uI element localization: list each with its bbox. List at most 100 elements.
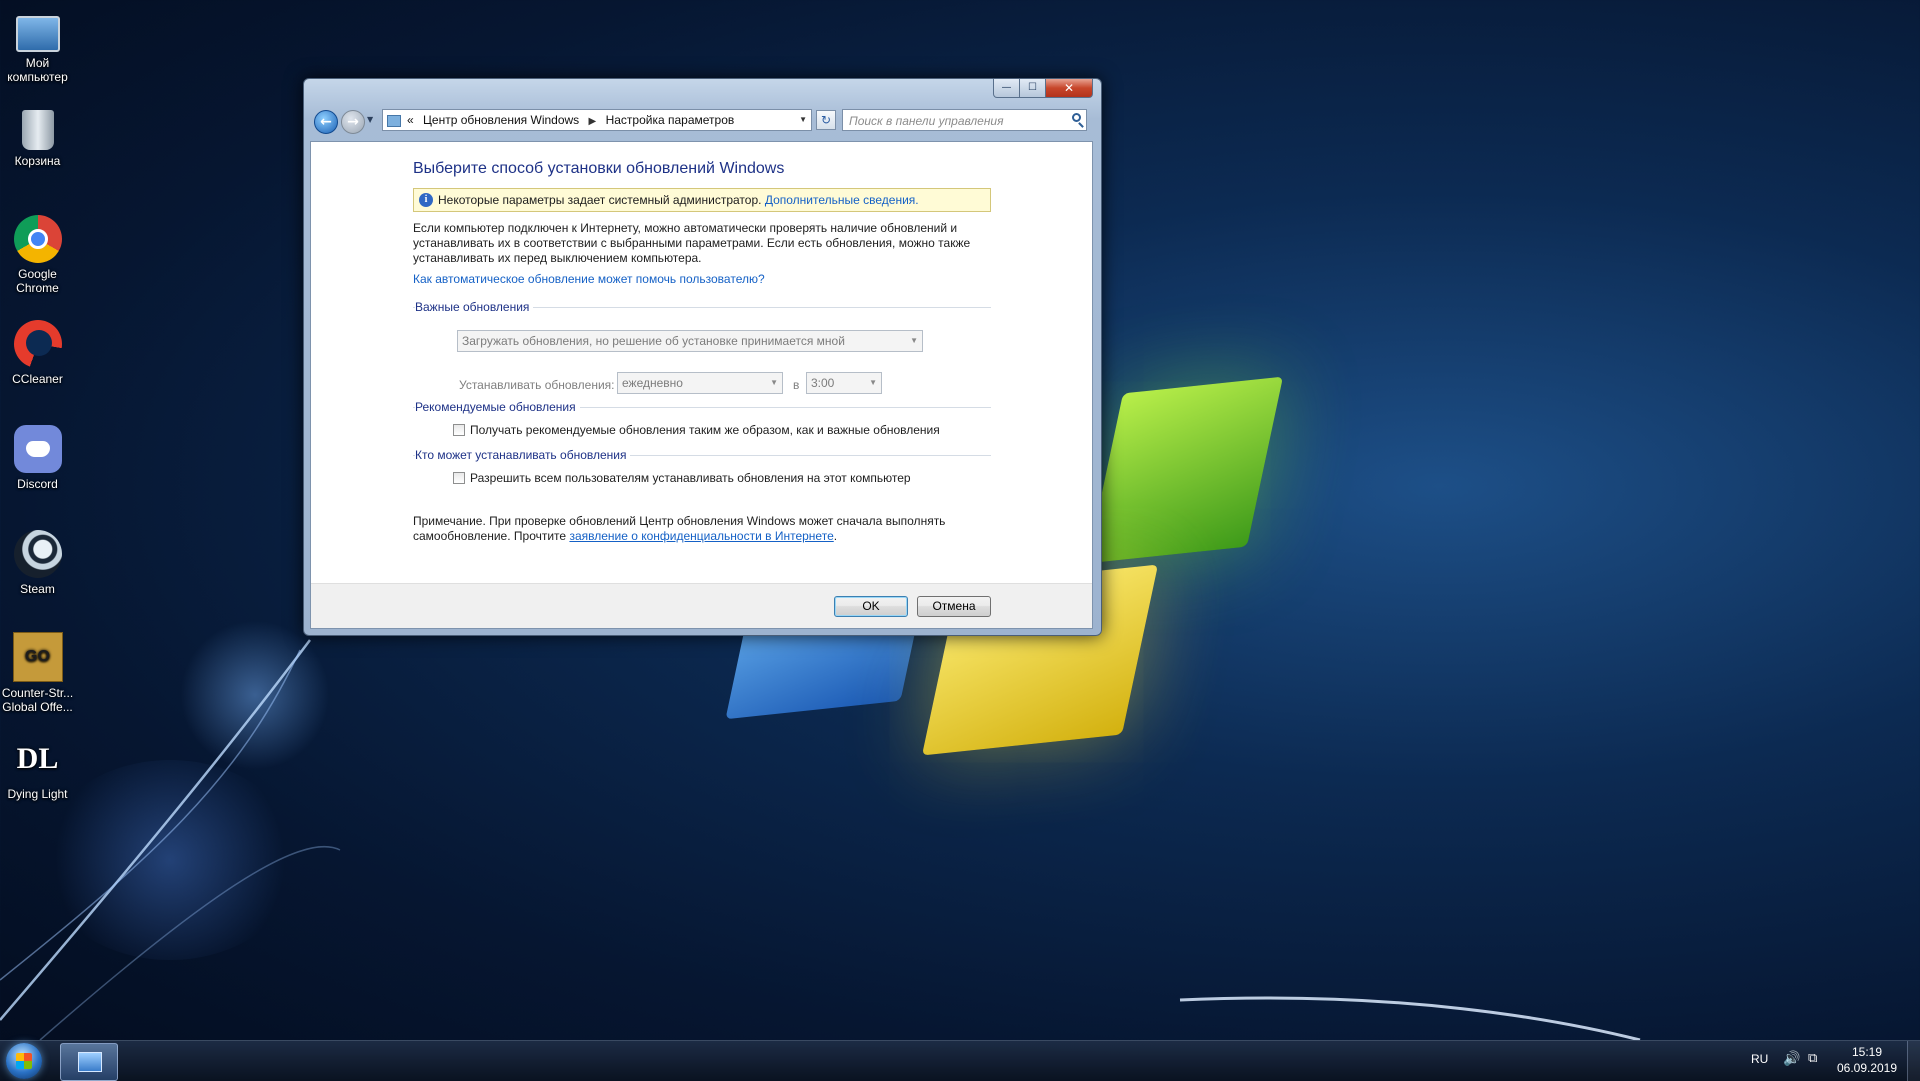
discord-icon — [13, 425, 62, 473]
dialog-button-bar: OK Отмена — [311, 583, 1092, 628]
desktop-icon-steam[interactable]: Steam — [0, 530, 75, 596]
who-can-install-heading: Кто может устанавливать обновления — [415, 448, 631, 462]
search-box[interactable] — [842, 109, 1087, 131]
chrome-icon — [13, 215, 62, 263]
control-panel-icon — [387, 114, 401, 127]
volume-icon[interactable]: 🔊 — [1783, 1051, 1800, 1067]
computer-icon — [15, 16, 60, 52]
note-line: самообновление. Прочтите заявление о кон… — [413, 529, 973, 544]
recommended-updates-heading: Рекомендуемые обновления — [415, 400, 580, 414]
search-icon[interactable] — [1072, 113, 1081, 122]
desktop-icon-label: Global Offe... — [2, 700, 73, 714]
show-desktop-button[interactable] — [1907, 1041, 1920, 1081]
at-time-label: в — [793, 378, 800, 392]
desktop-icon-recycle-bin[interactable]: Корзина — [0, 110, 75, 168]
desktop-icon-discord[interactable]: Discord — [0, 425, 75, 491]
clock-date: 06.09.2019 — [1836, 1061, 1898, 1075]
install-time-value: 3:00 — [811, 376, 835, 390]
taskbar-control-panel-button[interactable] — [60, 1043, 118, 1081]
important-updates-heading: Важные обновления — [415, 300, 534, 314]
page-title: Выберите способ установки обновлений Win… — [413, 160, 785, 177]
back-button[interactable]: ← — [314, 110, 338, 134]
navigation-bar: ← → ▼ « Центр обновления Windows ▶ Настр… — [310, 109, 1095, 134]
info-icon: i — [419, 193, 433, 207]
desktop-icon-dying-light[interactable]: DL Dying Light — [0, 735, 75, 801]
ccleaner-icon — [13, 320, 62, 368]
more-info-link[interactable]: Дополнительные сведения. — [765, 193, 919, 207]
csgo-icon: GO — [12, 632, 63, 682]
chevron-down-icon: ▼ — [770, 378, 778, 387]
privacy-statement-link[interactable]: заявление о конфиденциальности в Интерне… — [569, 529, 833, 543]
breadcrumb-change-settings[interactable]: Настройка параметров — [606, 113, 735, 127]
desktop-icon-label: Steam — [20, 582, 55, 596]
auto-update-help-link[interactable]: Как автоматическое обновление может помо… — [413, 272, 765, 286]
steam-icon — [13, 530, 62, 578]
breadcrumb-windows-update[interactable]: Центр обновления Windows — [423, 113, 579, 127]
note-line: Примечание. При проверке обновлений Цент… — [413, 514, 946, 528]
desktop-icon-ccleaner[interactable]: CCleaner — [0, 320, 75, 386]
windows-update-settings-window: — ☐ ✕ ← → ▼ « Центр обновления Windows ▶… — [303, 78, 1102, 636]
update-mode-select[interactable]: Загружать обновления, но решение об уста… — [457, 330, 923, 352]
chevron-down-icon: ▼ — [869, 378, 877, 387]
desktop-icon-label: Корзина — [14, 154, 61, 168]
language-indicator[interactable]: RU — [1751, 1052, 1768, 1066]
dying-light-icon: DL — [16, 742, 59, 775]
start-button[interactable] — [6, 1043, 42, 1079]
allow-all-users-checkbox[interactable] — [453, 472, 465, 484]
network-icon[interactable]: ⧉ — [1808, 1051, 1817, 1066]
description-line: Если компьютер подключен к Интернету, мо… — [413, 221, 958, 235]
allow-all-users-option[interactable]: Разрешить всем пользователям устанавлива… — [453, 471, 911, 485]
admin-info-text: Некоторые параметры задает системный адм… — [438, 193, 762, 207]
desktop-icon-label: Google — [18, 267, 57, 281]
forward-arrow-icon: → — [347, 114, 359, 130]
desktop-icon-my-computer[interactable]: Мой компьютер — [0, 8, 75, 84]
desktop-icon-label: Discord — [17, 477, 58, 491]
breadcrumb-separator-icon[interactable]: ▶ — [589, 116, 597, 127]
address-overflow-chevron[interactable]: « — [407, 113, 414, 127]
recommended-updates-label[interactable]: Получать рекомендуемые обновления таким … — [470, 423, 940, 437]
back-arrow-icon: ← — [320, 114, 332, 130]
desktop-icon-csgo[interactable]: GO Counter-Str... Global Offe... — [0, 632, 75, 714]
desktop-icon-label: Мой — [25, 56, 50, 70]
recommended-updates-option[interactable]: Получать рекомендуемые обновления таким … — [453, 423, 940, 437]
close-button[interactable]: ✕ — [1046, 79, 1093, 98]
recent-pages-dropdown-icon[interactable]: ▼ — [367, 115, 373, 124]
description-line: устанавливать их перед выключением компь… — [413, 251, 702, 265]
install-frequency-value: ежедневно — [622, 376, 683, 390]
desktop-icon-label: компьютер — [7, 70, 68, 84]
allow-all-users-label[interactable]: Разрешить всем пользователям устанавлива… — [470, 471, 911, 485]
recycle-bin-icon — [21, 110, 54, 150]
description-line: устанавливать их в соответствии с выбран… — [413, 236, 971, 250]
chevron-down-icon: ▼ — [910, 336, 918, 345]
address-bar[interactable]: « Центр обновления Windows ▶ Настройка п… — [382, 109, 812, 131]
desktop-icon-chrome[interactable]: Google Chrome — [0, 215, 75, 295]
note-prefix: самообновление. Прочтите — [413, 529, 567, 543]
install-frequency-select[interactable]: ежедневно ▼ — [617, 372, 783, 394]
install-updates-label: Устанавливать обновления: — [459, 378, 615, 392]
description-text: Если компьютер подключен к Интернету, мо… — [413, 221, 983, 266]
recommended-updates-checkbox[interactable] — [453, 424, 465, 436]
maximize-button[interactable]: ☐ — [1020, 79, 1046, 98]
note-suffix: . — [833, 529, 838, 543]
windows-flag-green — [1086, 376, 1284, 564]
cancel-button[interactable]: Отмена — [917, 596, 991, 617]
note-text: Примечание. При проверке обновлений Цент… — [413, 514, 973, 544]
desktop-icon-label: Chrome — [16, 281, 59, 295]
system-clock[interactable]: 15:19 06.09.2019 — [1832, 1044, 1902, 1076]
ok-button[interactable]: OK — [834, 596, 908, 617]
minimize-button[interactable]: — — [993, 79, 1020, 98]
install-time-select[interactable]: 3:00 ▼ — [806, 372, 882, 394]
update-mode-value: Загружать обновления, но решение об уста… — [462, 334, 845, 348]
refresh-button[interactable]: ↻ — [816, 110, 836, 130]
address-dropdown-icon[interactable]: ▼ — [799, 110, 807, 130]
taskbar: RU 🔊 ⧉ 15:19 06.09.2019 — [0, 1040, 1920, 1081]
window-controls: — ☐ ✕ — [993, 79, 1093, 98]
desktop-icon-label: CCleaner — [12, 372, 63, 386]
content-area: Выберите способ установки обновлений Win… — [310, 141, 1093, 629]
search-input[interactable] — [847, 111, 1061, 131]
admin-info-bar: i Некоторые параметры задает системный а… — [413, 188, 991, 212]
clock-time: 15:19 — [1851, 1045, 1883, 1059]
forward-button[interactable]: → — [341, 110, 365, 134]
desktop-icon-label: Counter-Str... — [1, 686, 74, 700]
desktop-icon-label: Dying Light — [7, 787, 68, 801]
